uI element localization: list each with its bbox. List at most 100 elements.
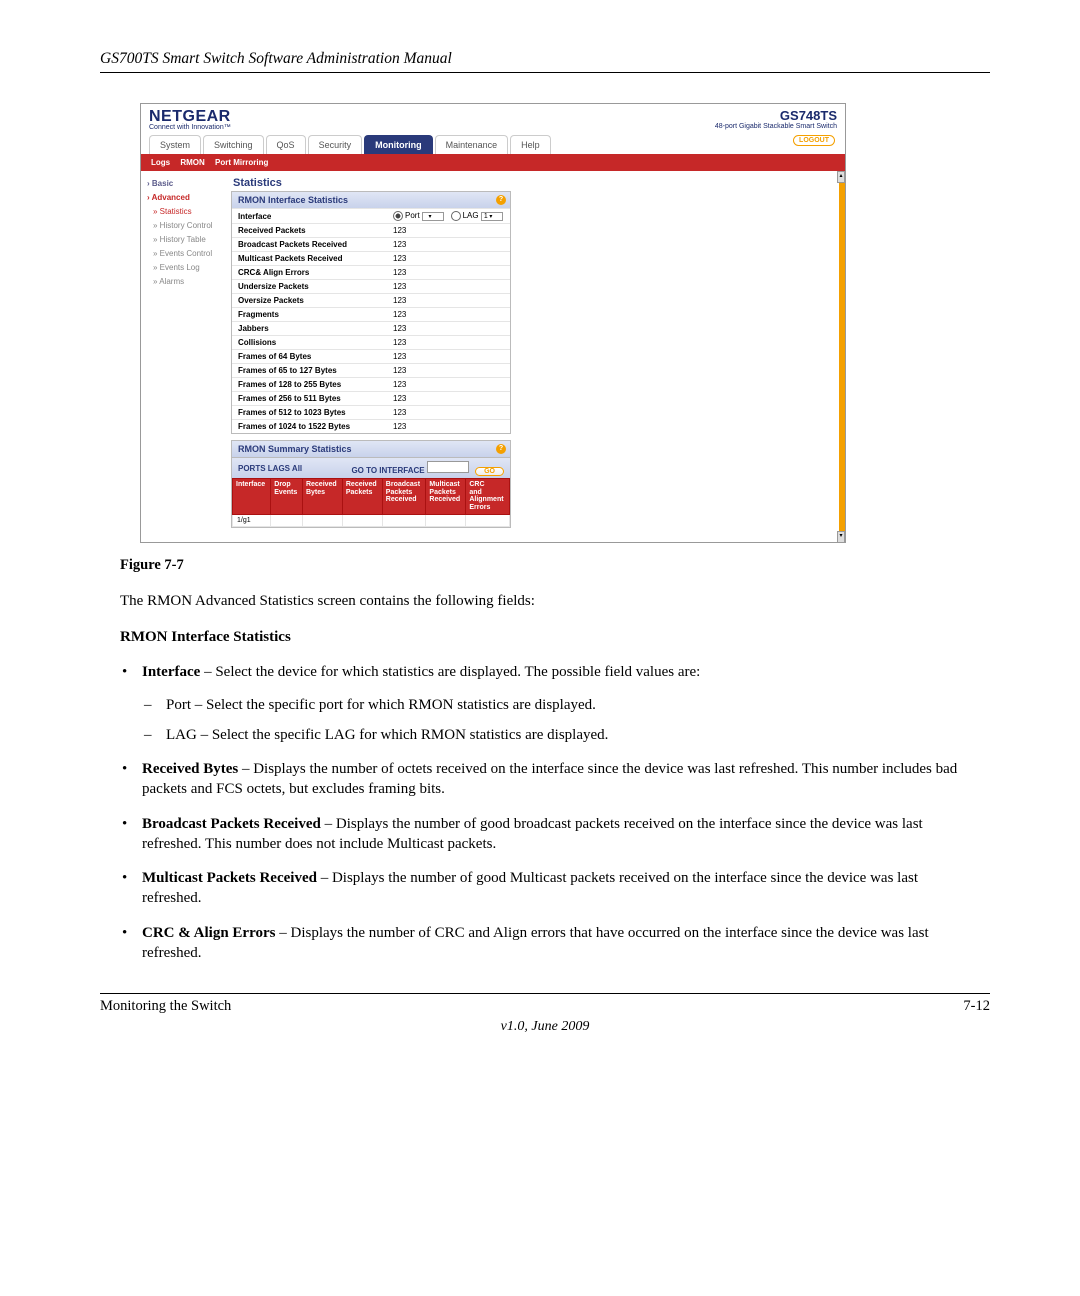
port-select[interactable] (422, 212, 444, 221)
stat-value: 123 (393, 226, 504, 235)
stat-value: 123 (393, 296, 504, 305)
interface-selector: Port LAG 1 (393, 211, 504, 221)
sidebar: › Basic › Advanced » Statistics » Histor… (141, 171, 229, 542)
sub-bullet: LAG – Select the specific LAG for which … (166, 725, 970, 745)
sidebar-item-alarms[interactable]: » Alarms (145, 275, 225, 289)
summary-table: InterfaceDropEventsReceivedBytesReceived… (232, 478, 510, 527)
bullet-item: CRC & Align Errors – Displays the number… (142, 923, 970, 964)
rmon-summary-panel: RMON Summary Statistics ? PORTS LAGS All… (231, 440, 511, 528)
sidebar-item-events-control[interactable]: » Events Control (145, 247, 225, 261)
ports-lags-all[interactable]: PORTS LAGS All (238, 464, 302, 473)
scroll-down-icon[interactable]: ▾ (837, 531, 845, 543)
stat-row: CRC& Align Errors123 (232, 265, 510, 279)
tab-security[interactable]: Security (308, 135, 363, 154)
tab-switching[interactable]: Switching (203, 135, 264, 154)
section-heading: RMON Interface Statistics (120, 629, 970, 646)
bullet-item: Multicast Packets Received – Displays th… (142, 868, 970, 909)
page-header: GS700TS Smart Switch Software Administra… (100, 50, 990, 73)
footer-right: 7-12 (963, 998, 990, 1015)
stat-value: 123 (393, 310, 504, 319)
sidebar-item-statistics[interactable]: » Statistics (145, 205, 225, 219)
stat-value: 123 (393, 268, 504, 277)
stat-row: Oversize Packets123 (232, 293, 510, 307)
subnav-logs[interactable]: Logs (151, 158, 170, 167)
stat-row: Frames of 64 Bytes123 (232, 349, 510, 363)
stat-value: 123 (393, 240, 504, 249)
stat-label: Frames of 1024 to 1522 Bytes (238, 422, 393, 431)
stat-row: Frames of 256 to 511 Bytes123 (232, 391, 510, 405)
stat-label: Collisions (238, 338, 393, 347)
subnav-rmon[interactable]: RMON (180, 158, 204, 167)
stat-label: Multicast Packets Received (238, 254, 393, 263)
stat-row: Jabbers123 (232, 321, 510, 335)
sidebar-item-history-control[interactable]: » History Control (145, 219, 225, 233)
table-header: MulticastPacketsReceived (426, 479, 466, 515)
stat-row: Received Packets123 (232, 223, 510, 237)
stat-label: Frames of 256 to 511 Bytes (238, 394, 393, 403)
stat-row: Frames of 512 to 1023 Bytes123 (232, 405, 510, 419)
stat-label: Frames of 128 to 255 Bytes (238, 380, 393, 389)
port-radio[interactable] (393, 211, 403, 221)
bullet-item: Received Bytes – Displays the number of … (142, 759, 970, 800)
sidebar-item-basic[interactable]: › Basic (145, 177, 225, 191)
table-header: CRCandAlignmentErrors (466, 479, 510, 515)
stat-label: Frames of 512 to 1023 Bytes (238, 408, 393, 417)
table-header: BroadcastPacketsReceived (382, 479, 426, 515)
rmon-summary-heading: RMON Summary Statistics ? (232, 441, 510, 457)
main-pane: ▴ Statistics RMON Interface Statistics ?… (229, 171, 845, 542)
table-row[interactable]: 1/g1 (233, 514, 510, 526)
stat-row: Broadcast Packets Received123 (232, 237, 510, 251)
bullet-item: Broadcast Packets Received – Displays th… (142, 814, 970, 855)
goto-interface-group: GO TO INTERFACE GO (351, 461, 504, 475)
rmon-interface-panel: RMON Interface Statistics ? Interface Po… (231, 191, 511, 434)
tab-monitoring[interactable]: Monitoring (364, 135, 433, 154)
stat-label: Jabbers (238, 324, 393, 333)
intro-paragraph: The RMON Advanced Statistics screen cont… (120, 592, 970, 612)
main-tabs: System Switching QoS Security Monitoring… (141, 131, 845, 154)
tab-qos[interactable]: QoS (266, 135, 306, 154)
stat-label: Received Packets (238, 226, 393, 235)
brand-block: NETGEAR Connect with Innovation™ (149, 108, 231, 131)
stat-label: Undersize Packets (238, 282, 393, 291)
stat-value: 123 (393, 254, 504, 263)
bullet-item: Interface – Select the device for which … (142, 662, 970, 745)
table-header: ReceivedPackets (342, 479, 382, 515)
subnav-port-mirroring[interactable]: Port Mirroring (215, 158, 268, 167)
lag-select[interactable]: 1 (481, 212, 503, 221)
netgear-logo: NETGEAR (149, 108, 231, 125)
rmon-interface-heading: RMON Interface Statistics ? (232, 192, 510, 208)
logout-button[interactable]: LOGOUT (793, 135, 835, 146)
help-icon[interactable]: ? (496, 195, 506, 205)
netgear-tagline: Connect with Innovation™ (149, 124, 231, 131)
stat-value: 123 (393, 408, 504, 417)
help-icon[interactable]: ? (496, 444, 506, 454)
sub-nav: Logs RMON Port Mirroring (141, 154, 845, 171)
lag-radio[interactable] (451, 211, 461, 221)
stat-value: 123 (393, 324, 504, 333)
stat-value: 123 (393, 422, 504, 431)
sidebar-item-history-table[interactable]: » History Table (145, 233, 225, 247)
stat-row: Frames of 1024 to 1522 Bytes123 (232, 419, 510, 433)
stat-label: Broadcast Packets Received (238, 240, 393, 249)
tab-system[interactable]: System (149, 135, 201, 154)
sidebar-item-advanced[interactable]: › Advanced (145, 191, 225, 205)
stat-row: Frames of 65 to 127 Bytes123 (232, 363, 510, 377)
goto-interface-input[interactable] (427, 461, 469, 473)
go-button[interactable]: GO (475, 467, 504, 476)
table-header: Interface (233, 479, 271, 515)
panel-title: Statistics (233, 177, 831, 189)
footer-version: v1.0, June 2009 (100, 1019, 990, 1035)
stat-row: Fragments123 (232, 307, 510, 321)
stat-row: Collisions123 (232, 335, 510, 349)
tab-maintenance[interactable]: Maintenance (435, 135, 509, 154)
scroll-up-icon[interactable]: ▴ (837, 171, 845, 183)
product-box: GS748TS 48-port Gigabit Stackable Smart … (715, 108, 837, 130)
stat-value: 123 (393, 380, 504, 389)
tab-help[interactable]: Help (510, 135, 551, 154)
sidebar-item-events-log[interactable]: » Events Log (145, 261, 225, 275)
stat-label: CRC& Align Errors (238, 268, 393, 277)
stat-value: 123 (393, 282, 504, 291)
figure-caption: Figure 7-7 (120, 557, 990, 574)
product-desc: 48-port Gigabit Stackable Smart Switch (715, 123, 837, 130)
stat-value: 123 (393, 352, 504, 361)
